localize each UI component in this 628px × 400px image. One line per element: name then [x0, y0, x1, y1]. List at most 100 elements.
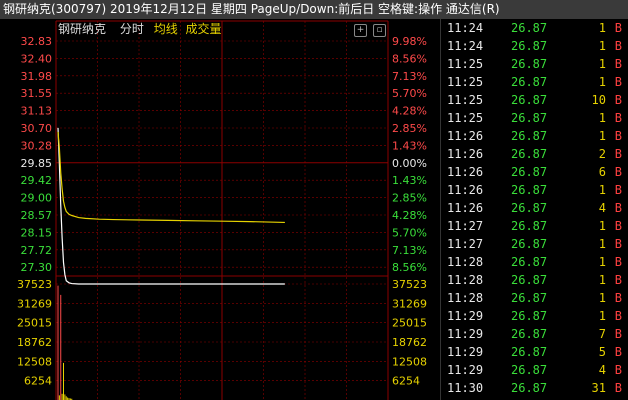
- trade-row[interactable]: 11:28 26.87 1 B: [441, 289, 628, 307]
- trade-time: 11:25: [447, 57, 484, 71]
- trade-volume: 1: [598, 219, 606, 233]
- trade-row[interactable]: 11:28 26.87 1 B: [441, 271, 628, 289]
- volume-bar: [57, 285, 59, 400]
- trade-side: B: [614, 327, 622, 341]
- trade-volume: 1: [598, 255, 606, 269]
- trade-price: 26.87: [511, 381, 548, 395]
- trade-row[interactable]: 11:27 26.87 1 B: [441, 217, 628, 235]
- pct-tick-label: 1.43%: [392, 139, 427, 152]
- trade-time: 11:29: [447, 363, 484, 377]
- trade-row[interactable]: 11:30 26.87 31 B: [441, 379, 628, 397]
- pct-tick-label: 8.56%: [392, 52, 427, 65]
- chart-canvas: 32.83 9.98% 32.40 8.56% 31.98 7.13% 31.55 5.70%…: [17, 20, 427, 400]
- trade-time: 11:24: [447, 39, 484, 53]
- pct-tick-label: 0.00%: [392, 157, 427, 170]
- trade-price: 26.87: [511, 21, 548, 35]
- trade-price: 26.87: [511, 291, 548, 305]
- trade-price: 26.87: [511, 93, 548, 107]
- trade-time: 11:29: [447, 345, 484, 359]
- trade-row[interactable]: 11:24 26.87 1 B: [441, 37, 628, 55]
- intraday-chart[interactable]: 32.83 9.98% 32.40 8.56% 31.98 7.13% 31.55 5.70%…: [0, 19, 440, 400]
- trade-price: 26.87: [511, 219, 548, 233]
- price-tick-label: 27.30: [21, 261, 53, 274]
- volume-tick-label-right: 31269: [392, 297, 427, 310]
- price-line: [57, 127, 285, 285]
- trade-volume: 1: [598, 183, 606, 197]
- trade-side: B: [614, 165, 622, 179]
- trade-row[interactable]: 11:28 26.87 1 B: [441, 253, 628, 271]
- expand-icon[interactable]: ▫: [373, 24, 386, 37]
- trade-price: 26.87: [511, 165, 548, 179]
- trade-side: B: [614, 57, 622, 71]
- pct-tick-label: 4.28%: [392, 105, 427, 118]
- trade-side: B: [614, 201, 622, 215]
- trade-volume: 6: [598, 165, 606, 179]
- trade-row[interactable]: 11:25 26.87 10 B: [441, 91, 628, 109]
- avg-line-label[interactable]: 均线: [154, 22, 178, 36]
- trade-row[interactable]: 11:27 26.87 1 B: [441, 235, 628, 253]
- trade-price: 26.87: [511, 273, 548, 287]
- volume-tick-label-right: 25015: [392, 317, 427, 330]
- trade-time: 11:27: [447, 237, 484, 251]
- trade-price: 26.87: [511, 201, 548, 215]
- trade-row[interactable]: 11:26 26.87 4 B: [441, 199, 628, 217]
- trade-volume: 1: [598, 57, 606, 71]
- trade-side: B: [614, 39, 622, 53]
- pct-tick-label: 1.43%: [392, 174, 427, 187]
- pct-tick-label: 2.85%: [392, 122, 427, 135]
- trade-row[interactable]: 11:29 26.87 1 B: [441, 307, 628, 325]
- pct-tick-label: 9.98%: [392, 35, 427, 48]
- volume-label[interactable]: 成交量: [186, 22, 222, 36]
- trade-volume: 7: [598, 327, 606, 341]
- pct-tick-label: 5.70%: [392, 226, 427, 239]
- trade-time: 11:25: [447, 75, 484, 89]
- trade-row[interactable]: 11:26 26.87 1 B: [441, 181, 628, 199]
- trade-row[interactable]: 11:29 26.87 7 B: [441, 325, 628, 343]
- trade-price: 26.87: [511, 363, 548, 377]
- tick-trade-list[interactable]: 11:24 26.87 1 B 11:24 26.87 1 B 11:25 26.87 1 B 11:2…: [440, 19, 628, 400]
- trade-row[interactable]: 11:29 26.87 5 B: [441, 343, 628, 361]
- trade-time: 11:29: [447, 327, 484, 341]
- trade-row[interactable]: 11:26 26.87 1 B: [441, 127, 628, 145]
- volume-tick-label: 31269: [17, 297, 52, 310]
- trade-price: 26.87: [511, 111, 548, 125]
- trade-row[interactable]: 11:25 26.87 1 B: [441, 73, 628, 91]
- trade-row[interactable]: 11:29 26.87 4 B: [441, 361, 628, 379]
- trade-price: 26.87: [511, 309, 548, 323]
- price-tick-label: 31.55: [21, 87, 53, 100]
- trade-side: B: [614, 219, 622, 233]
- volume-tick-label: 6254: [24, 375, 52, 388]
- price-tick-label: 29.00: [21, 192, 53, 205]
- price-tick-label: 32.83: [21, 35, 53, 48]
- trade-volume: 1: [598, 129, 606, 143]
- pct-tick-label: 2.85%: [392, 192, 427, 205]
- price-tick-label: 29.85: [21, 157, 53, 170]
- trade-row[interactable]: 11:26 26.87 2 B: [441, 145, 628, 163]
- trade-row[interactable]: 11:26 26.87 6 B: [441, 163, 628, 181]
- price-tick-label: 30.28: [21, 139, 53, 152]
- trade-volume: 1: [598, 39, 606, 53]
- trade-volume: 2: [598, 147, 606, 161]
- trade-side: B: [614, 183, 622, 197]
- trade-volume: 1: [598, 309, 606, 323]
- trade-row[interactable]: 11:25 26.87 1 B: [441, 55, 628, 73]
- pct-tick-label: 7.13%: [392, 244, 427, 257]
- trade-price: 26.87: [511, 147, 548, 161]
- trade-side: B: [614, 111, 622, 125]
- trade-volume: 10: [591, 93, 606, 107]
- trade-time: 11:26: [447, 129, 484, 143]
- trade-side: B: [614, 21, 622, 35]
- price-tick-label: 32.40: [21, 52, 53, 65]
- trade-row[interactable]: 11:24 26.87 1 B: [441, 19, 628, 37]
- trade-side: B: [614, 147, 622, 161]
- price-tick-label: 28.15: [21, 226, 53, 239]
- trade-row[interactable]: 11:25 26.87 1 B: [441, 109, 628, 127]
- trade-volume: 1: [598, 237, 606, 251]
- volume-tick-label: 25015: [17, 317, 52, 330]
- trade-volume: 4: [598, 363, 606, 377]
- trade-side: B: [614, 345, 622, 359]
- trade-time: 11:26: [447, 183, 484, 197]
- price-tick-label: 31.13: [21, 105, 53, 118]
- mode-label[interactable]: 分时: [120, 22, 144, 36]
- zoom-in-icon[interactable]: +: [354, 24, 367, 37]
